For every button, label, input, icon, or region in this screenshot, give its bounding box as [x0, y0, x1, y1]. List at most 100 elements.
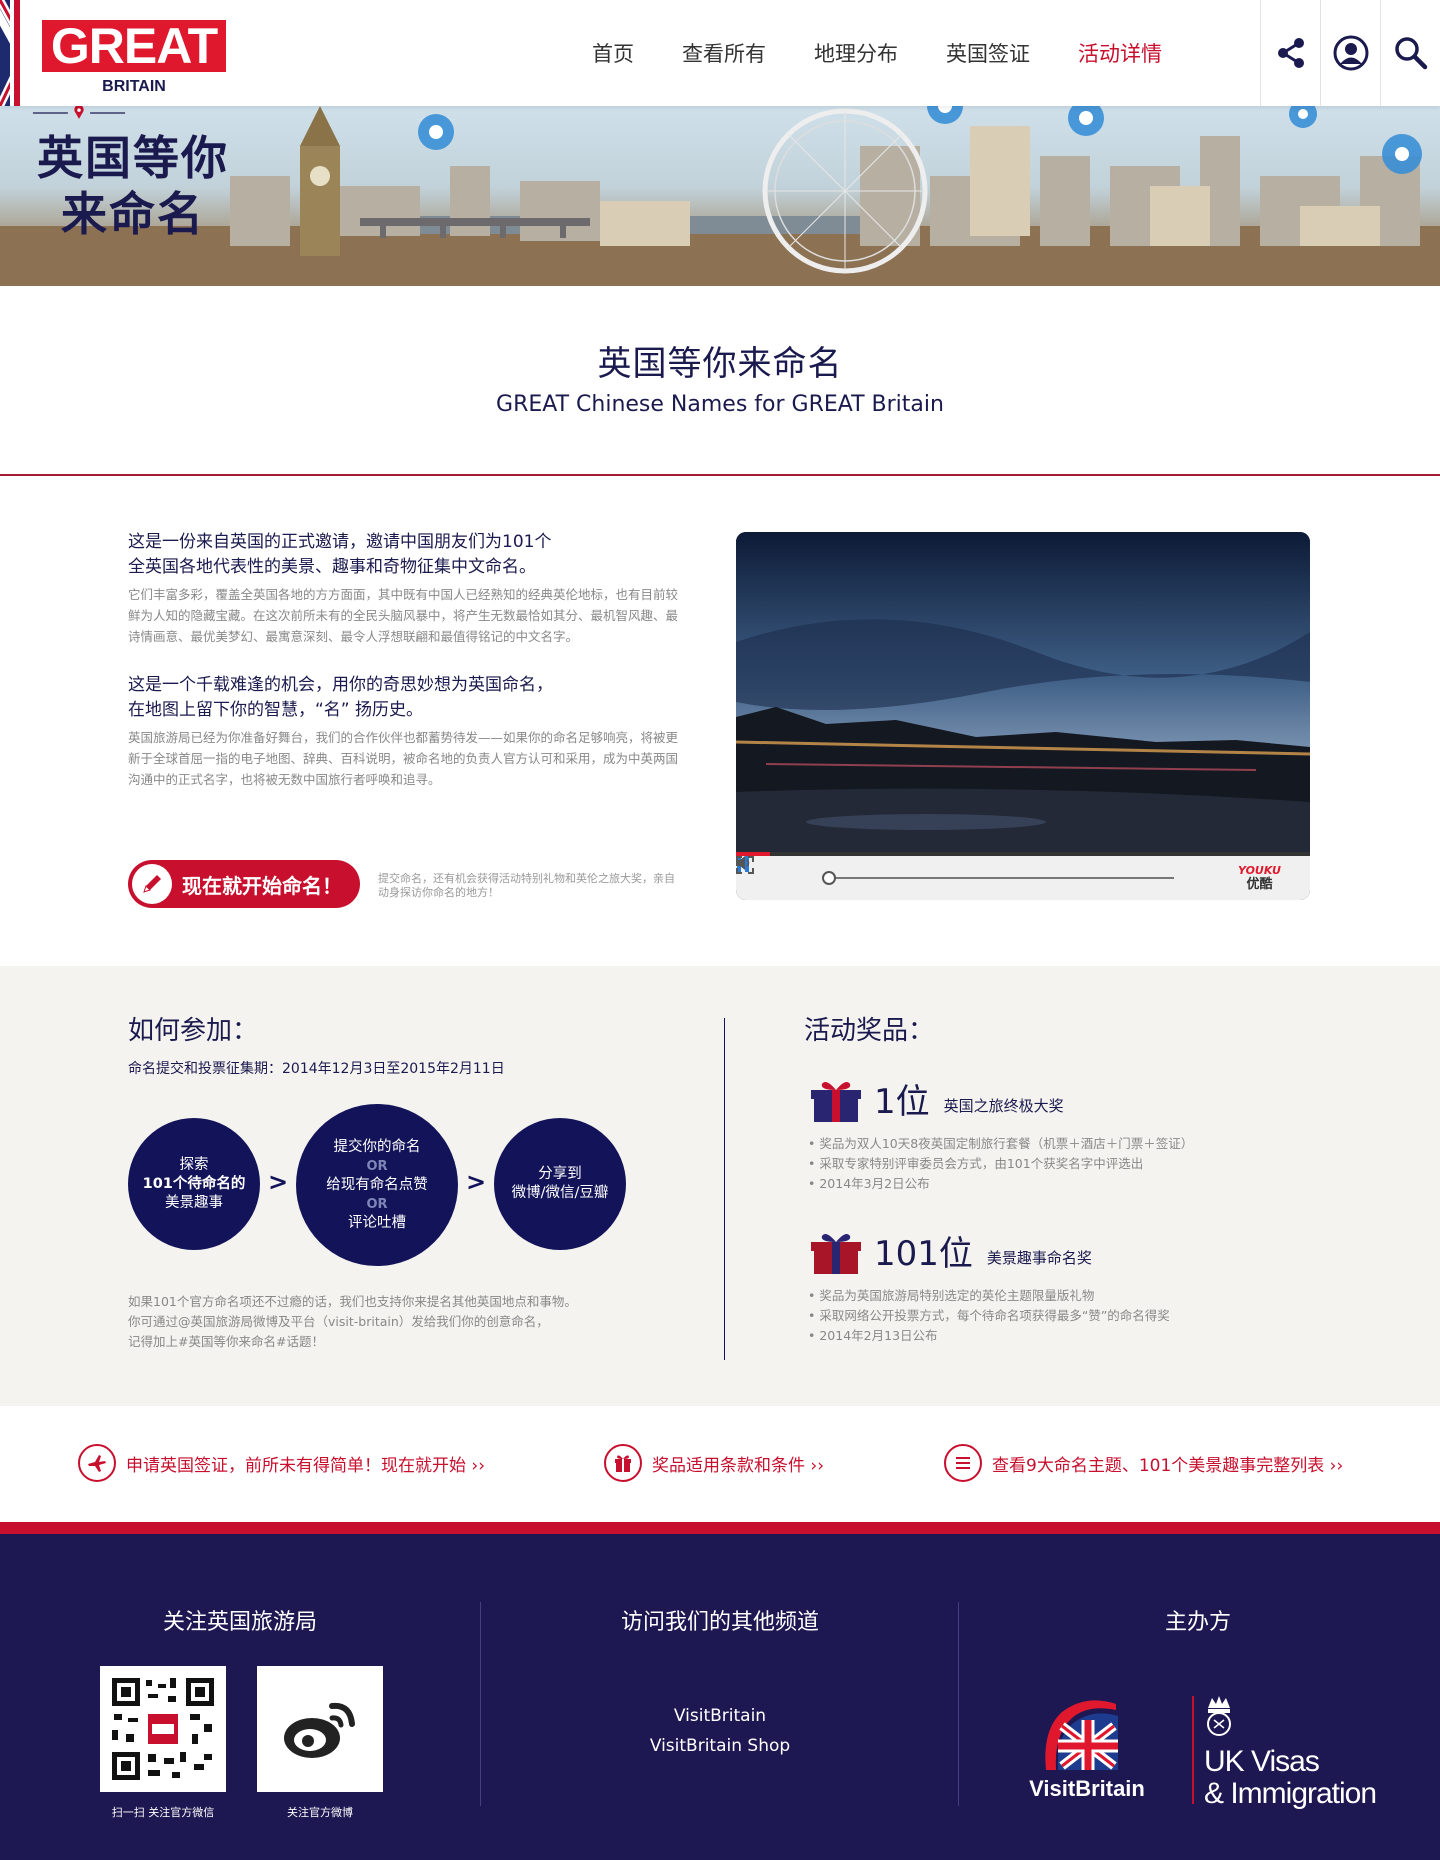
section-divider [724, 1018, 725, 1360]
ukvi-logo-text: UK Visas & Immigration [1204, 1745, 1377, 1810]
banner-title-line1: 英国等你 [37, 131, 229, 185]
volume-slider[interactable] [822, 871, 1174, 885]
hero-banner: 英国等你 来命名 [0, 106, 1440, 286]
grand-prize: 1位 英国之旅终极大奖 • 奖品为双人10天8夜英国定制旅行套餐（机票＋酒店＋门… [808, 1070, 1328, 1194]
heading2-line1: 这是一个千载难逢的机会，用你的奇思妙想为英国命名， [128, 675, 553, 695]
ukvi-line2: & Immigration [1204, 1777, 1377, 1810]
how-to-join-title: 如何参加： [128, 1016, 259, 1046]
step-arrow-icon: > [268, 1168, 289, 1196]
nav-home[interactable]: 首页 [592, 38, 634, 68]
step-submit-line1: 提交你的命名 [333, 1138, 421, 1155]
heading1-line2: 全英国各地代表性的美景、趣事和奇物征集中文命名。 [128, 557, 536, 577]
union-flag-edge [0, 0, 22, 106]
grand-prize-details: • 奖品为双人10天8夜英国定制旅行套餐（机票＋酒店＋门票＋签证） • 采取专家… [808, 1134, 1328, 1194]
terms-link[interactable]: 奖品适用条款和条件 ›› [604, 1444, 824, 1482]
heading2-line2: 在地图上留下你的智慧，“名” 扬历史。 [128, 700, 424, 720]
submission-period: 命名提交和投票征集期：2014年12月3日至2015年2月11日 [128, 1061, 505, 1077]
qr-code-icon [108, 1674, 218, 1784]
step-explore[interactable]: 探索 101个待命名的 美景趣事 [128, 1118, 260, 1250]
cta-note: 提交命名，还有机会获得活动特别礼物和英伦之旅大奖，亲自动身探访你命名的地方！ [378, 872, 675, 899]
header-icons [1260, 0, 1440, 106]
logo-great-text: GREAT [42, 20, 226, 72]
youku-logo-cn: 优酷 [1246, 877, 1273, 892]
list-item: • 奖品为英国旅游局特别选定的英伦主题限量版礼物 [808, 1288, 1095, 1303]
description-block: 这是一份来自英国的正式邀请，邀请中国朋友们为101个 全英国各地代表性的美景、趣… [128, 530, 678, 790]
weibo-caption: 关注官方微博 [287, 1806, 353, 1819]
weibo-icon [284, 1702, 355, 1758]
banner-title-line2: 来命名 [61, 187, 205, 241]
full-list-link-label: 查看9大命名主题、101个美景趣事完整列表 ›› [992, 1455, 1344, 1476]
how-to-join-note: 如果101个官方命名项还不过瘾的话，我们也支持你来提名其他英国地点和事物。 你可… [128, 1292, 648, 1352]
list-item: • 采取专家特别评审委员会方式，由101个获奖名字中评选出 [808, 1156, 1144, 1171]
nav-event-details[interactable]: 活动详情 [1078, 38, 1162, 68]
wechat-qr-code[interactable] [100, 1666, 226, 1792]
visitbritain-logo-text: VisitBritain [1029, 1776, 1145, 1801]
step-explore-line2: 101个待命名的 [142, 1175, 246, 1192]
footer-divider [480, 1602, 481, 1806]
airplane-icon [78, 1444, 116, 1482]
gift-outline-icon [604, 1444, 642, 1482]
page-title-en: GREAT Chinese Names for GREAT Britain [496, 392, 944, 417]
map-pin-divider-icon [32, 106, 126, 119]
site-header: GREAT BRITAIN 首页 查看所有 地理分布 英国签证 活动详情 [0, 0, 1440, 106]
video-player[interactable]: YOUKU 优酷 [736, 532, 1310, 900]
step-explore-line3: 美景趣事 [165, 1194, 223, 1211]
great-britain-logo[interactable]: GREAT BRITAIN [42, 20, 226, 96]
visa-link-label: 申请英国签证，前所未有得简单！现在就开始 ›› [126, 1455, 485, 1476]
volume-slider-knob[interactable] [822, 871, 836, 885]
visitbritain-link[interactable]: VisitBritain [510, 1706, 930, 1726]
grand-prize-name: 英国之旅终极大奖 [943, 1097, 1064, 1115]
search-icon[interactable] [1380, 0, 1440, 106]
footer-accent-bar [0, 1522, 1440, 1534]
main-nav: 首页 查看所有 地理分布 英国签证 活动详情 [592, 0, 1210, 106]
how-note-line3: 记得加上#英国等你来命名#话题！ [128, 1334, 324, 1349]
visitbritain-shop-link[interactable]: VisitBritain Shop [510, 1736, 930, 1756]
naming-prize-name: 美景趣事命名奖 [986, 1249, 1092, 1267]
step-share-line1: 分享到 [538, 1166, 582, 1182]
list-item: • 采取网络公开投票方式，每个待命名项获得最多“赞”的命名得奖 [808, 1308, 1170, 1323]
user-icon[interactable] [1320, 0, 1380, 106]
fullscreen-icon[interactable] [736, 856, 1224, 900]
banner-title: 英国等你 来命名 [28, 130, 238, 242]
how-note-line2: 你可通过@英国旅游局微博及平台（visit-britain）发给我们你的创意命名… [128, 1314, 549, 1329]
video-controls: YOUKU 优酷 [736, 856, 1310, 900]
weibo-button[interactable] [257, 1666, 383, 1792]
step-submit-line2: 给现有命名点赞 [326, 1176, 428, 1193]
volume-icon[interactable] [736, 856, 816, 900]
youku-logo[interactable]: YOUKU 优酷 [1238, 864, 1281, 892]
page-title-cn: 英国等你来命名 [597, 344, 843, 384]
visa-link[interactable]: 申请英国签证，前所未有得简单！现在就开始 ›› [78, 1444, 485, 1482]
step-share[interactable]: 分享到 微博/微信/豆瓣 [494, 1118, 626, 1250]
logo-britain-text: BRITAIN [102, 78, 166, 95]
step-arrow-icon: > [466, 1168, 487, 1196]
terms-link-label: 奖品适用条款和条件 ›› [652, 1455, 825, 1476]
prizes-title: 活动奖品： [804, 1016, 935, 1046]
list-icon [944, 1444, 982, 1482]
ukvi-line1: UK Visas [1204, 1745, 1320, 1778]
start-naming-button[interactable]: 现在就开始命名！ [128, 860, 360, 908]
description-heading-1: 这是一份来自英国的正式邀请，邀请中国朋友们为101个 全英国各地代表性的美景、趣… [128, 530, 678, 580]
naming-prize-rank: 101位 [874, 1234, 973, 1274]
footer-divider [958, 1602, 959, 1806]
ukvi-accent-line [1192, 1696, 1194, 1804]
naming-prize: 101位 美景趣事命名奖 • 奖品为英国旅游局特别选定的英伦主题限量版礼物 • … [808, 1222, 1328, 1346]
step-submit[interactable]: 提交你的命名 OR 给现有命名点赞 OR 评论吐槽 [296, 1104, 458, 1266]
follow-title: 关注英国旅游局 [162, 1610, 317, 1635]
grand-prize-rank: 1位 [874, 1082, 930, 1122]
step-submit-or-1: OR [366, 1158, 388, 1174]
full-list-link[interactable]: 查看9大命名主题、101个美景趣事完整列表 ›› [944, 1444, 1343, 1482]
gift-icon [811, 1082, 861, 1122]
heading1-line1: 这是一份来自英国的正式邀请，邀请中国朋友们为101个 [128, 532, 552, 552]
step-explore-line1: 探索 [179, 1156, 209, 1173]
organizer-title: 主办方 [1164, 1610, 1231, 1635]
quick-links: 申请英国签证，前所未有得简单！现在就开始 ›› 奖品适用条款和条件 ›› 查看9… [0, 1406, 1440, 1522]
wechat-caption: 扫一扫 关注官方微信 [111, 1806, 215, 1819]
crown-crest-icon[interactable] [1204, 1694, 1234, 1738]
nav-view-all[interactable]: 查看所有 [682, 38, 766, 68]
naming-prize-details: • 奖品为英国旅游局特别选定的英伦主题限量版礼物 • 采取网络公开投票方式，每个… [808, 1286, 1328, 1346]
nav-geo[interactable]: 地理分布 [814, 38, 898, 68]
share-icon[interactable] [1260, 0, 1320, 106]
site-footer: 关注英国旅游局 扫一扫 关注官方微信 关注官方微博 访问我们的其他频道 Visi… [0, 1534, 1440, 1860]
nav-visa[interactable]: 英国签证 [946, 38, 1030, 68]
description-body-2: 英国旅游局已经为你准备好舞台，我们的合作伙伴也都蓄势待发——如果你的命名足够响亮… [128, 730, 679, 787]
